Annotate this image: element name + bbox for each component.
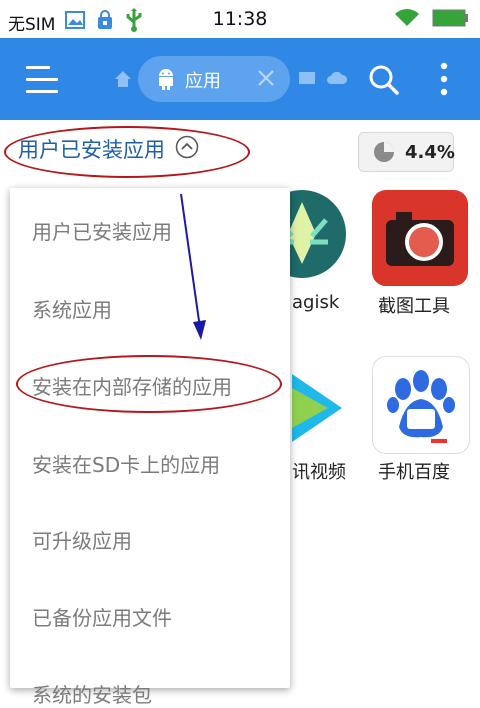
annotation-arrow — [180, 193, 206, 340]
dropdown-item-system-packages[interactable]: 系统的安装包 — [32, 679, 152, 708]
